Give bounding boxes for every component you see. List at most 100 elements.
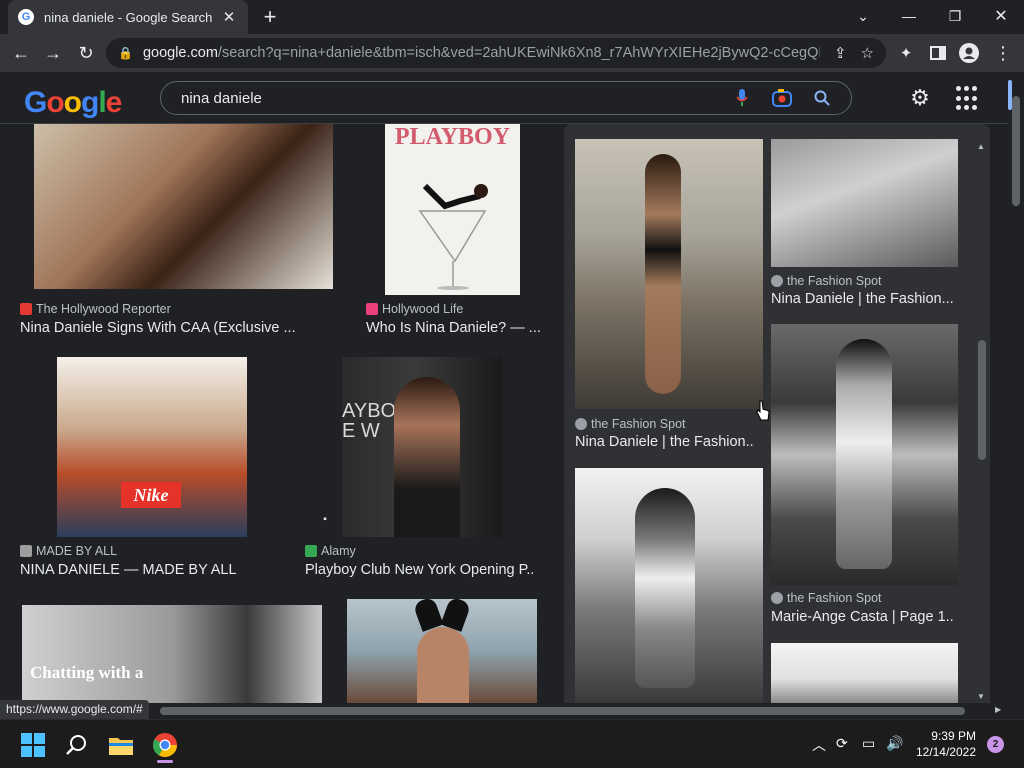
result-title-2[interactable]: Who Is Nina Daniele? — ...: [366, 320, 541, 336]
logo-letter: o: [63, 86, 82, 119]
browser-tab-active[interactable]: G nina daniele - Google Search ✕: [8, 0, 248, 34]
fashion-spot-globe-icon: [575, 418, 587, 430]
search-input[interactable]: [181, 89, 731, 107]
clock-date: 12/14/2022: [915, 745, 976, 759]
menu-kebab-icon[interactable]: ⋮: [992, 42, 1014, 64]
result-image-3[interactable]: Nike: [57, 357, 247, 537]
restore-button[interactable]: ❐: [932, 0, 978, 32]
result-title-10[interactable]: Marie-Ange Casta | Page 1...: [771, 609, 953, 625]
result-image-9[interactable]: [771, 139, 958, 267]
bookmark-star-icon[interactable]: ☆: [861, 44, 874, 62]
result-title-9[interactable]: Nina Daniele | the Fashion...: [771, 291, 953, 307]
notification-count-badge[interactable]: 2: [987, 736, 1004, 753]
hollywood-reporter-favicon-icon: [20, 303, 32, 315]
address-bar[interactable]: 🔒 google.com/search?q=nina+daniele&tbm=i…: [106, 38, 886, 68]
source-label: the Fashion Spot: [591, 417, 686, 431]
result-image-2[interactable]: PLAYBOY: [385, 124, 520, 295]
lock-icon[interactable]: 🔒: [118, 46, 133, 60]
result-title-7[interactable]: Nina Daniele | the Fashion...: [575, 434, 755, 450]
scrollbar-thumb[interactable]: [978, 340, 986, 460]
chrome-taskbar-icon[interactable]: [150, 730, 180, 763]
browser-toolbar: ← → ↻ 🔒 google.com/search?q=nina+daniele…: [0, 34, 1024, 72]
reload-icon[interactable]: ↻: [73, 40, 99, 66]
close-window-button[interactable]: ✕: [978, 0, 1024, 32]
microphone-icon[interactable]: [731, 87, 753, 109]
result-source-9[interactable]: the Fashion Spot: [771, 274, 882, 288]
page-vertical-scrollbar[interactable]: [1008, 72, 1024, 703]
source-label: MADE BY ALL: [36, 544, 118, 558]
result-image-10[interactable]: [771, 324, 958, 585]
made-by-all-favicon-icon: [20, 545, 32, 557]
result-title-1[interactable]: Nina Daniele Signs With CAA (Exclusive .…: [20, 320, 310, 336]
related-images-panel: the Fashion Spot Nina Daniele | the Fash…: [564, 124, 990, 703]
result-image-7[interactable]: [575, 139, 763, 409]
result-title-4[interactable]: Playboy Club New York Opening P...: [305, 562, 533, 578]
result-source-2[interactable]: Hollywood Life: [366, 302, 463, 316]
scroll-right-arrow-icon[interactable]: ▶: [995, 705, 1001, 714]
profile-avatar-icon[interactable]: [958, 42, 980, 64]
scrollbar-thumb[interactable]: [160, 707, 965, 715]
result-image-1[interactable]: [34, 124, 333, 289]
logo-letter: g: [81, 86, 99, 119]
google-apps-grid-icon[interactable]: [956, 86, 982, 112]
scroll-up-arrow-icon[interactable]: ▲: [977, 142, 985, 151]
chatting-caption-text: Chatting with a: [30, 663, 144, 682]
extensions-puzzle-icon[interactable]: ✦: [895, 42, 917, 64]
result-image-4[interactable]: AYBO E W: [342, 357, 502, 537]
search-box: [160, 81, 852, 115]
url-path: /search?q=nina+daniele&tbm=isch&ved=2ahU…: [217, 45, 820, 61]
forward-arrow-icon[interactable]: →: [40, 40, 66, 66]
search-icon[interactable]: [811, 87, 833, 109]
logo-letter: G: [24, 86, 47, 119]
address-url[interactable]: google.com/search?q=nina+daniele&tbm=isc…: [143, 45, 820, 61]
image-results: The Hollywood Reporter Nina Daniele Sign…: [0, 124, 1008, 703]
person-figure: [635, 488, 695, 688]
result-image-6[interactable]: [347, 599, 537, 703]
taskbar-clock[interactable]: 9:39 PM 12/14/2022: [912, 728, 976, 760]
tab-close-icon[interactable]: ✕: [220, 8, 238, 26]
alamy-favicon-icon: [305, 545, 317, 557]
result-title-3[interactable]: NINA DANIELE — MADE BY ALL: [20, 562, 260, 578]
file-explorer-folder-icon[interactable]: [106, 730, 136, 760]
result-source-4[interactable]: Alamy: [305, 544, 356, 558]
result-image-11[interactable]: [771, 643, 958, 703]
playboy-backdrop-text: AYBO E W: [342, 400, 397, 442]
show-hidden-icons-chevron-up-icon[interactable]: ︿: [812, 735, 826, 755]
result-source-3[interactable]: MADE BY ALL: [20, 544, 117, 558]
google-header: Google ⚙: [0, 72, 1008, 124]
taskbar-search-icon[interactable]: [62, 730, 92, 760]
logo-letter: e: [105, 86, 123, 119]
result-source-10[interactable]: the Fashion Spot: [771, 591, 882, 605]
tab-search-chevron-down-icon[interactable]: ⌄: [840, 0, 886, 32]
volume-speaker-icon[interactable]: 🔊: [886, 735, 903, 752]
network-monitor-icon[interactable]: ▭: [862, 735, 875, 752]
google-logo[interactable]: Google: [24, 86, 123, 120]
source-label: the Fashion Spot: [787, 274, 882, 288]
side-panel-icon[interactable]: [927, 42, 949, 64]
person-figure: [417, 627, 469, 703]
scrollbar-thumb[interactable]: [1012, 96, 1020, 206]
result-source-7[interactable]: the Fashion Spot: [575, 417, 686, 431]
windows-start-icon[interactable]: [18, 730, 48, 760]
result-image-8[interactable]: [575, 468, 763, 703]
scroll-down-arrow-icon[interactable]: ▼: [977, 692, 985, 701]
logo-letter: o: [46, 86, 64, 119]
result-source-1[interactable]: The Hollywood Reporter: [20, 302, 171, 316]
person-figure: [836, 339, 892, 569]
source-label: Alamy: [321, 544, 356, 558]
settings-gear-icon[interactable]: ⚙: [906, 84, 934, 112]
minimize-button[interactable]: —: [886, 0, 932, 32]
page-horizontal-scrollbar[interactable]: ▶: [0, 703, 1008, 719]
back-arrow-icon[interactable]: ←: [8, 40, 34, 66]
person-figure: [645, 154, 681, 394]
results-panel-scrollbar[interactable]: ▲ ▼: [975, 140, 989, 703]
result-image-5[interactable]: Chatting with a: [22, 605, 322, 703]
new-tab-button[interactable]: +: [258, 6, 282, 30]
source-label: Hollywood Life: [382, 302, 464, 316]
sync-status-icon[interactable]: ⟳: [836, 735, 848, 752]
share-icon[interactable]: ⇪: [834, 44, 847, 62]
camera-lens-icon[interactable]: [771, 87, 793, 109]
windows-taskbar: ︿ ⟳ ▭ 🔊 9:39 PM 12/14/2022 2: [0, 719, 1024, 768]
fashion-spot-globe-icon: [771, 275, 783, 287]
playboy-masthead: PLAYBOY: [394, 124, 511, 150]
